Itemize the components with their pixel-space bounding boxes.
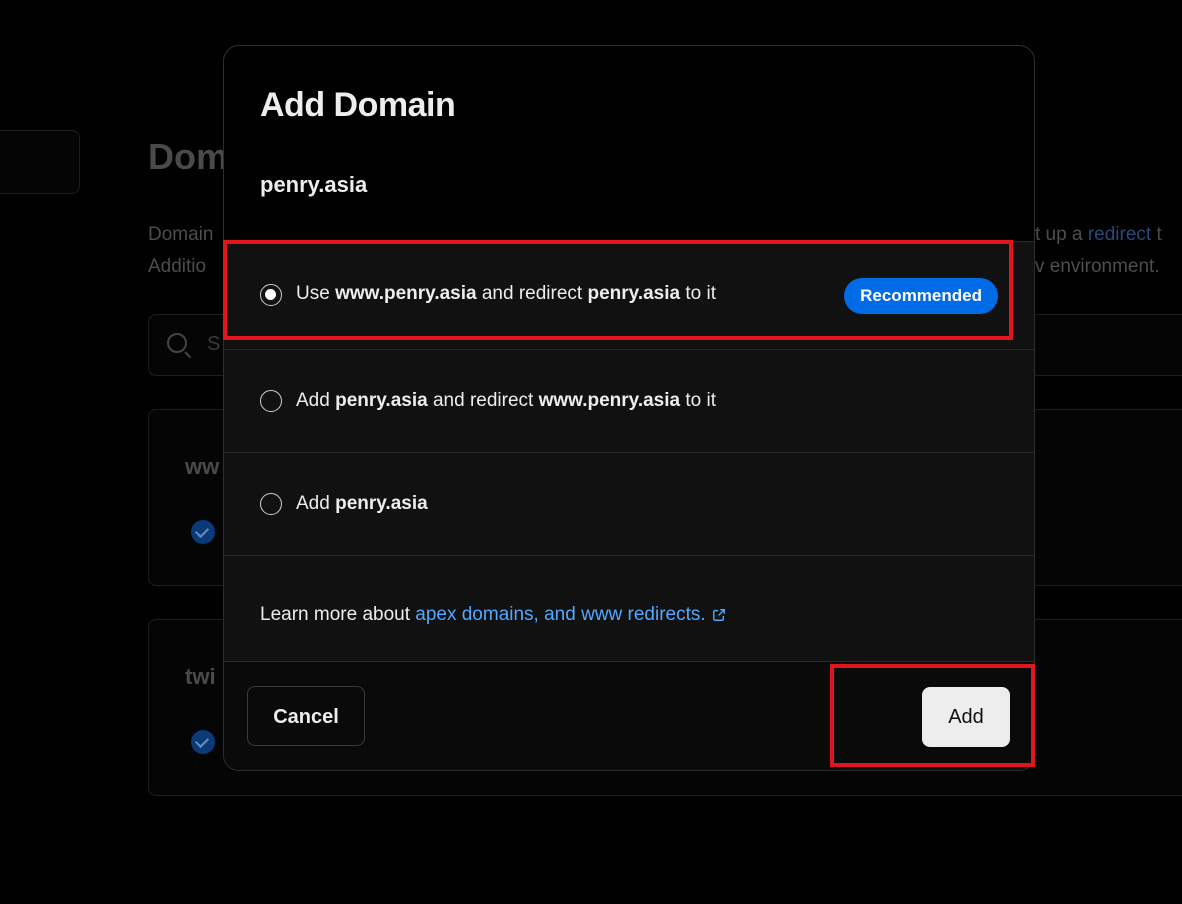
background-description-line-2: Additio [148,256,207,277]
background-side-button [0,130,80,194]
option-label: Add penry.asia and redirect www.penry.as… [296,390,716,412]
background-domain-name: twi [185,664,216,689]
background-description-right-line-2: v environment. [1035,256,1160,277]
check-circle-icon [191,730,215,754]
add-button[interactable]: Add [922,687,1010,747]
apex-domains-link[interactable]: apex domains, and www redirects. [415,604,725,625]
background-description-line-1: Domain [148,224,214,245]
option-label: Add penry.asia [296,493,428,515]
option-text: to it [680,390,716,411]
option-text: Add [296,390,336,411]
modal-title: Add Domain [260,86,456,124]
search-icon [167,333,187,353]
modal-footer: Cancel Add [224,661,1034,770]
option-text: Use [296,283,336,304]
learn-more-prefix: Learn more about [260,604,416,625]
radio-selected[interactable] [260,284,282,306]
option-text-bold: penry.asia [335,390,428,411]
check-circle-icon [191,520,215,544]
option-text: and redirect [427,390,539,411]
learn-more-text: Learn more about apex domains, and www r… [260,604,726,626]
option-add-apex-only[interactable]: Add penry.asia [224,452,1034,556]
option-text-bold: www.penry.asia [538,390,681,411]
cancel-button[interactable]: Cancel [247,686,365,746]
background-description-right: t up a redirect t v environment. [1035,219,1162,283]
radio-unselected[interactable] [260,493,282,515]
option-text: to it [680,283,716,304]
modal-domain-name: penry.asia [260,172,368,197]
apex-domains-link-label: apex domains, and www redirects. [415,604,706,625]
background-text: t [1151,224,1162,245]
background-description: Domain Additio [148,219,213,283]
option-use-www-redirect-apex[interactable]: Use www.penry.asia and redirect penry.as… [224,242,1034,350]
option-text: and redirect [476,283,588,304]
background-search-placeholder: S [207,333,221,355]
radio-unselected[interactable] [260,390,282,412]
background-page-title: Dom [148,136,228,177]
background-description-right-line-1: t up a redirect t [1035,219,1162,251]
external-link-icon [712,609,725,621]
option-add-apex-redirect-www[interactable]: Add penry.asia and redirect www.penry.as… [224,349,1034,453]
option-text: Add [296,493,336,514]
background-redirect-link: redirect [1087,224,1152,245]
option-text-bold: penry.asia [335,493,428,514]
option-text-bold: www.penry.asia [335,283,477,304]
redirect-options: Use www.penry.asia and redirect penry.as… [224,241,1034,662]
option-text-bold: penry.asia [587,283,681,304]
background-text: t up a [1035,224,1088,245]
recommended-badge: Recommended [844,278,998,314]
background-domain-name: ww [185,454,220,479]
option-label: Use www.penry.asia and redirect penry.as… [296,283,716,305]
add-domain-modal: Add Domain penry.asia Use www.penry.asia… [223,45,1035,771]
